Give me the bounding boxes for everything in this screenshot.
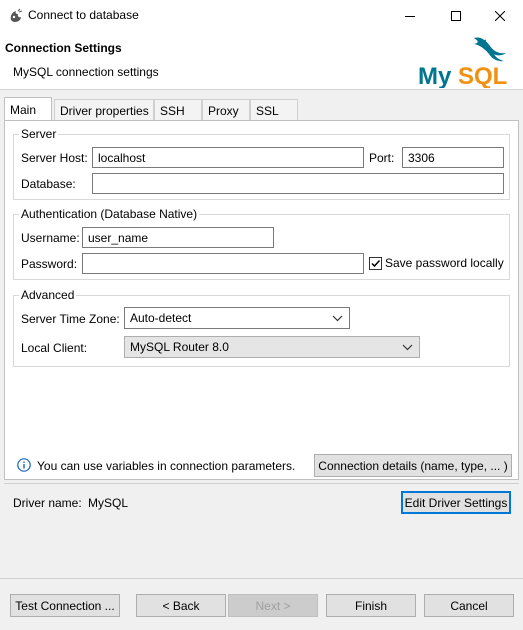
page-title: Connection Settings (5, 41, 122, 55)
tab-ssl[interactable]: SSL (250, 99, 298, 120)
tab-proxy[interactable]: Proxy (202, 99, 250, 120)
local-client-label: Local Client: (21, 341, 88, 355)
tab-driver-properties[interactable]: Driver properties (54, 99, 154, 120)
info-icon (17, 458, 31, 472)
app-icon (10, 8, 23, 22)
server-host-label: Server Host: (21, 151, 88, 165)
server-host-input[interactable]: localhost (92, 147, 364, 168)
local-client-value: MySQL Router 8.0 (130, 340, 229, 354)
mysql-logo: My SQL (418, 37, 507, 88)
minimize-button[interactable] (387, 0, 433, 31)
title-bar: Connect to database (0, 0, 523, 31)
maximize-button[interactable] (433, 0, 479, 31)
tab-ssh[interactable]: SSH (154, 99, 202, 120)
page-subtitle: MySQL connection settings (13, 65, 159, 79)
driver-name-value: MySQL (88, 496, 129, 510)
window-title: Connect to database (28, 8, 139, 22)
next-button[interactable]: Next > (228, 594, 318, 617)
edit-driver-settings-button[interactable]: Edit Driver Settings (401, 491, 511, 514)
divider (0, 578, 523, 579)
back-button[interactable]: < Back (136, 594, 226, 617)
port-input[interactable]: 3306 (402, 147, 504, 168)
local-client-select[interactable]: MySQL Router 8.0 (124, 336, 420, 358)
minimize-icon (405, 15, 415, 17)
username-label: Username: (21, 231, 80, 245)
maximize-icon (451, 10, 461, 21)
save-password-label[interactable]: Save password locally (385, 256, 504, 270)
header-banner: Connection Settings MySQL connection set… (0, 31, 523, 90)
server-timezone-label: Server Time Zone: (21, 312, 120, 326)
variables-info-text: You can use variables in connection para… (37, 459, 296, 473)
test-connection-button[interactable]: Test Connection ... (10, 594, 120, 617)
authentication-group-label: Authentication (Database Native) (19, 207, 200, 221)
cancel-button[interactable]: Cancel (424, 594, 514, 617)
password-input[interactable] (82, 253, 364, 274)
close-icon (495, 10, 505, 21)
svg-text:SQL: SQL (458, 63, 507, 88)
server-timezone-value: Auto-detect (130, 311, 192, 325)
driver-name-label: Driver name: (13, 496, 82, 510)
chevron-down-icon (402, 344, 413, 351)
advanced-group-label: Advanced (19, 288, 77, 302)
svg-text:My: My (418, 63, 452, 88)
close-button[interactable] (477, 0, 523, 31)
port-label: Port: (369, 151, 395, 165)
username-input[interactable]: user_name (82, 227, 274, 248)
finish-button[interactable]: Finish (326, 594, 416, 617)
database-input[interactable] (92, 173, 504, 194)
chevron-down-icon (332, 315, 343, 322)
connection-details-button[interactable]: Connection details (name, type, ... ) (314, 454, 512, 477)
password-label: Password: (21, 257, 78, 271)
checkmark-icon (371, 259, 381, 268)
save-password-checkbox[interactable] (369, 257, 382, 270)
server-timezone-select[interactable]: Auto-detect (124, 307, 350, 329)
tab-main[interactable]: Main (4, 97, 52, 120)
tab-bar: Main Driver properties SSH Proxy SSL (4, 97, 519, 120)
divider (4, 483, 519, 484)
database-label: Database: (21, 177, 76, 191)
server-group-label: Server (19, 127, 59, 141)
